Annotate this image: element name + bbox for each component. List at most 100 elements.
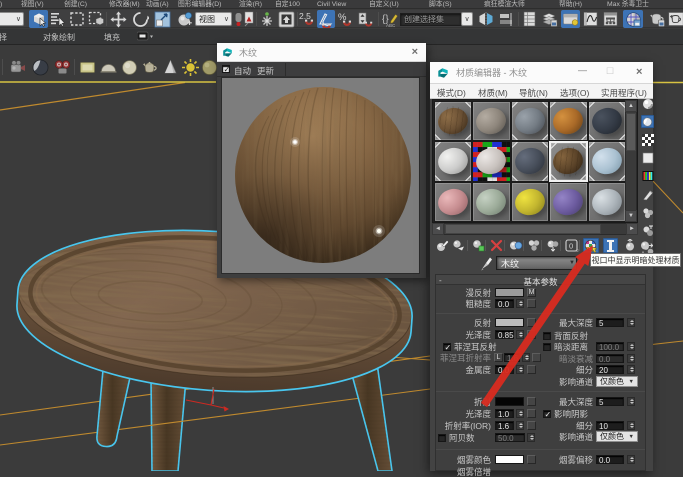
h-scroll-thumb[interactable] [445, 224, 601, 234]
affect_shadows-checkbox[interactable] [543, 410, 551, 418]
table-leg-left[interactable] [97, 370, 131, 447]
kbd-override-button[interactable] [258, 10, 275, 28]
sample-slot-11[interactable] [434, 182, 472, 222]
edit-named-sets-button[interactable]: {}ABC [381, 10, 398, 28]
menu-item-0[interactable]: ) [0, 0, 2, 9]
material-editor-title-bar[interactable]: 材质编辑器 - 木纹 — ☐ × [430, 62, 653, 84]
menu-item-4[interactable]: 动画(A) [146, 0, 169, 9]
ior-spinner[interactable] [516, 421, 524, 430]
rollout-header[interactable]: - 基本参数 [436, 275, 645, 285]
ribbon-tab-object-paint[interactable]: 对象绘制 [43, 32, 75, 43]
ribbon-tab-select[interactable]: 选择 [0, 32, 7, 43]
menu-item-8[interactable]: Civil View [317, 0, 346, 9]
dome-light-icon[interactable] [98, 57, 118, 78]
update-button[interactable]: 更新 [257, 65, 274, 77]
sample-slot-1[interactable] [434, 101, 472, 141]
sample-slot-12[interactable] [472, 182, 510, 222]
menu-item-1[interactable]: 视图(V) [21, 0, 44, 9]
put-library-button[interactable] [545, 238, 560, 253]
material-name-dropdown-icon[interactable]: ▼ [567, 256, 577, 270]
named-sets-arrow-button[interactable]: ∨ [461, 12, 473, 26]
teapot-icon[interactable] [140, 57, 160, 78]
named-sets-dropdown[interactable]: 创建选择集 [400, 13, 462, 26]
preview-title-bar[interactable]: 木纹 × [217, 43, 426, 62]
menu-item-9[interactable]: 自定义(U) [369, 0, 399, 9]
ribbon-tab-populate[interactable]: 填充 [104, 32, 120, 43]
background-button[interactable] [641, 133, 654, 146]
subdivs_r-value[interactable]: 20 [596, 365, 624, 374]
reflect_gloss-value[interactable]: 0.85 [495, 330, 514, 339]
ribbon-minimize-icon[interactable] [137, 31, 153, 42]
ribbon-toggle-button[interactable] [561, 10, 580, 28]
v-scroll-up-button[interactable]: ▲ [625, 100, 637, 112]
sun-icon[interactable] [180, 57, 200, 78]
dim_distance-value[interactable]: 100.0 [596, 342, 624, 351]
physical-camera-icon[interactable] [52, 57, 72, 78]
sample-slot-9-selected[interactable] [549, 141, 587, 181]
subdivs_r-spinner[interactable] [627, 365, 635, 374]
go-parent-button[interactable] [622, 238, 637, 253]
diffuse-color-swatch[interactable] [495, 288, 524, 297]
select-by-name-button[interactable] [49, 10, 66, 28]
reflect_gloss-spinner[interactable] [516, 330, 524, 339]
h-scroll-right-button[interactable]: ► [626, 223, 638, 235]
roughness-spinner[interactable] [516, 299, 524, 308]
sample-slot-6[interactable] [434, 141, 472, 181]
show-end-result-button[interactable] [603, 238, 618, 253]
menu-item-5[interactable]: 图形编辑器(D) [178, 0, 221, 9]
layer-manager-button[interactable] [540, 10, 559, 28]
minimize-icon[interactable]: — [578, 65, 587, 75]
id-channel-button[interactable]: 0 [564, 238, 579, 253]
h-scroll-left-button[interactable]: ◄ [432, 223, 444, 235]
make-unique-button[interactable] [526, 238, 541, 253]
sample-slot-3[interactable] [511, 101, 549, 141]
fresnel-checkbox[interactable] [443, 343, 451, 351]
curve-editor-button[interactable] [582, 10, 599, 28]
refract_gloss-spinner[interactable] [516, 409, 524, 418]
sample-slot-2[interactable] [472, 101, 510, 141]
refract-color-swatch[interactable] [495, 397, 524, 406]
backlight-button[interactable] [641, 115, 654, 128]
rendered-frame-button[interactable] [667, 10, 683, 28]
material-name-field[interactable]: 木纹 [496, 256, 577, 270]
subdivs_t-spinner[interactable] [627, 421, 635, 430]
table-leg-middle[interactable] [151, 377, 186, 471]
percent-snap-button[interactable]: % [337, 10, 353, 28]
metalness-value[interactable]: 0.0 [495, 365, 514, 374]
get-material-button[interactable] [435, 238, 450, 253]
menu-item-10[interactable]: 脚本(S) [429, 0, 452, 9]
menu-item-2[interactable]: 创建(C) [64, 0, 87, 9]
abbe-spinner[interactable] [527, 433, 535, 442]
ref-coord-dropdown[interactable]: 视图∨ [195, 12, 232, 26]
ior-map-button[interactable] [527, 421, 536, 430]
reflect_gloss-map-button[interactable] [527, 330, 536, 339]
snap-25-button[interactable]: 2.5 [299, 10, 315, 28]
video-color-button[interactable] [641, 170, 654, 183]
abbe-value[interactable]: 50.0 [495, 433, 525, 442]
reflect-color-swatch[interactable] [495, 318, 524, 327]
assign-material-button[interactable] [471, 238, 486, 253]
reset-material-button[interactable] [489, 238, 504, 253]
manipulate-flag-button[interactable] [243, 10, 254, 28]
render-setup-button[interactable] [648, 10, 666, 28]
spinner-snap-button[interactable] [356, 10, 374, 28]
schematic-view-button[interactable] [602, 10, 619, 28]
angle-snap-button[interactable] [317, 10, 335, 28]
affect_ch_t-dropdown[interactable]: 仅颜色▼ [596, 431, 638, 442]
menu-item-7[interactable]: 自定100 [275, 0, 300, 9]
fresnel_ior-value[interactable]: 1.6 [504, 353, 520, 362]
dim_falloff-value[interactable]: 0.0 [596, 354, 624, 363]
subdivs_t-value[interactable]: 10 [596, 421, 624, 430]
sample-tiling-button[interactable] [641, 152, 654, 165]
roughness-map-button[interactable] [527, 299, 536, 308]
dim_distance-spinner[interactable] [627, 342, 635, 351]
fresnel_ior-map-button[interactable] [532, 353, 541, 362]
menu-mode[interactable]: 模式(D) [437, 87, 466, 99]
mirror-button[interactable] [477, 10, 495, 28]
sample-type-button[interactable] [641, 97, 654, 110]
fresnel_ior-spinner[interactable] [522, 353, 530, 362]
refract-map-button[interactable] [527, 397, 536, 406]
select-object-button[interactable] [29, 10, 48, 28]
refract_gloss-value[interactable]: 1.0 [495, 409, 514, 418]
options-button[interactable] [641, 206, 654, 219]
